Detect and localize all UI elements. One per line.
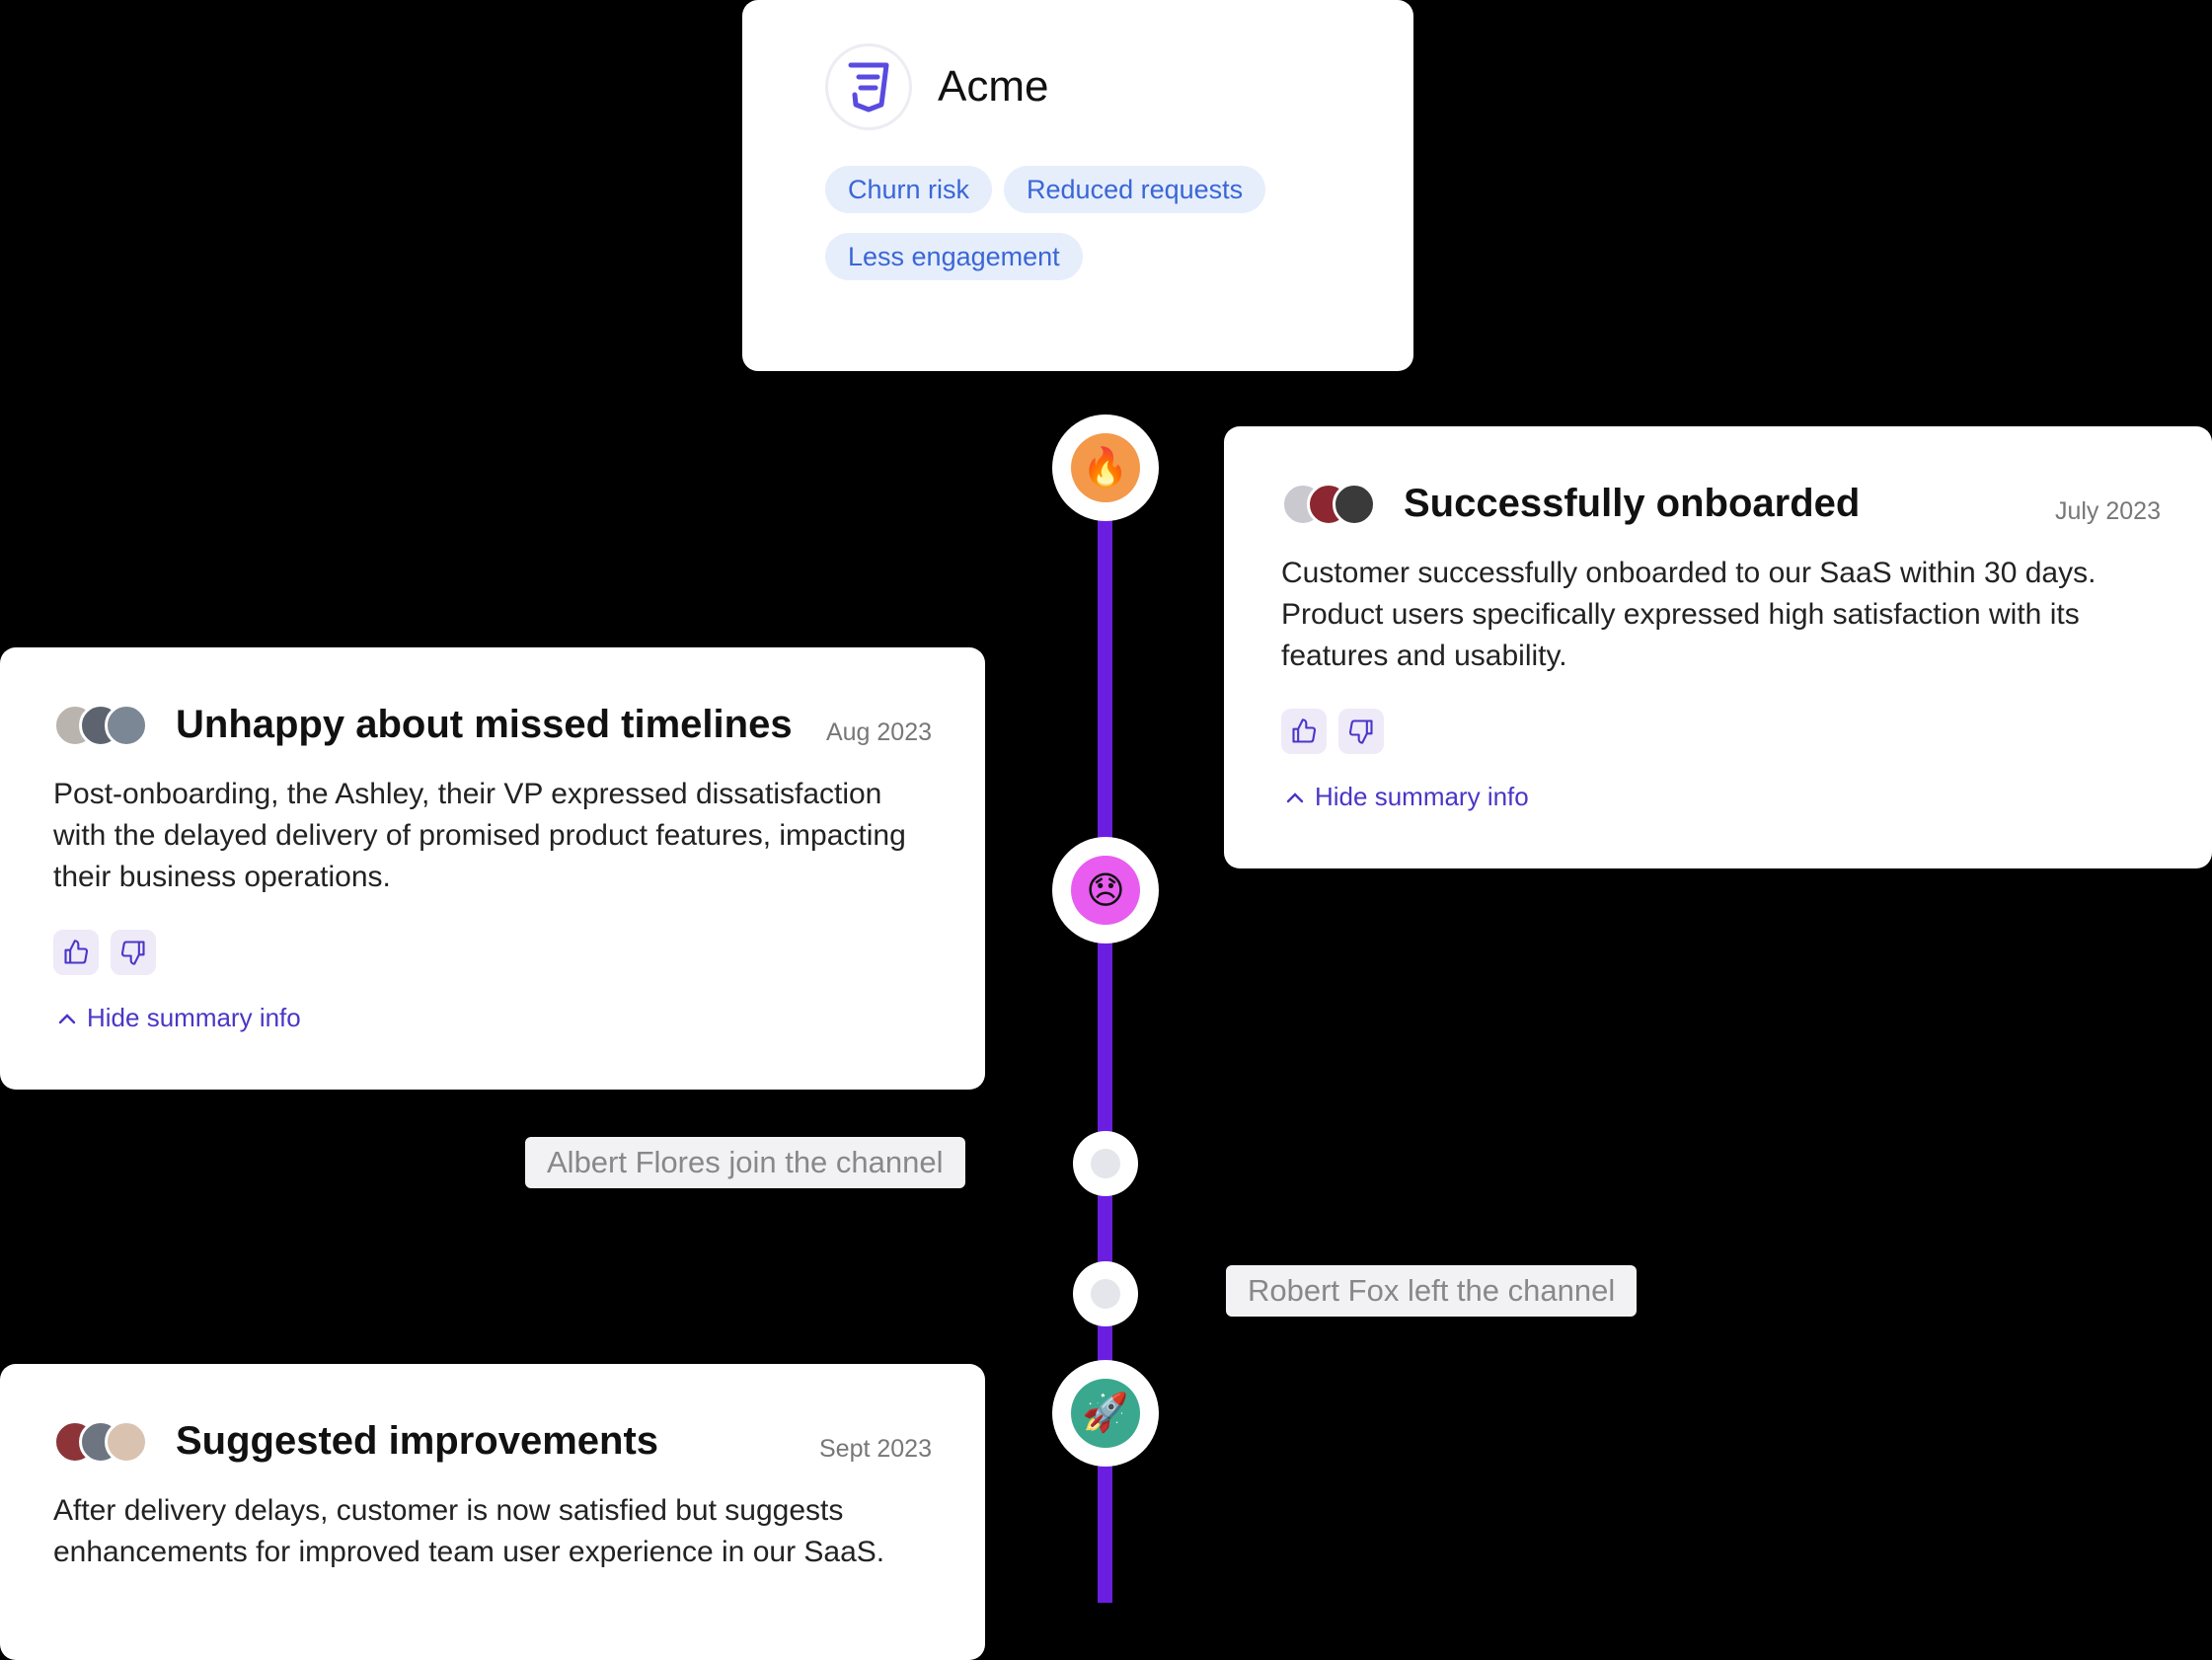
company-header: Acme [825,43,1331,130]
timeline-node-left [1073,1261,1138,1326]
event-date: July 2023 [2054,497,2161,525]
channel-left-note: Robert Fox left the channel [1226,1265,1638,1317]
hide-summary-link[interactable]: Hide summary info [57,1003,301,1033]
timeline-node-joined [1073,1131,1138,1196]
tag-reduced-requests[interactable]: Reduced requests [1004,166,1266,213]
rocket-icon: 🚀 [1071,1379,1140,1448]
timeline-node-unhappy: 😞 [1052,837,1159,943]
thumbs-up-icon[interactable] [1281,709,1327,754]
sad-face-icon: 😞 [1071,856,1140,925]
event-date: Sept 2023 [819,1435,932,1463]
avatar-group [1281,482,1376,526]
dot-icon [1091,1279,1120,1309]
timeline-node-onboarded: 🔥 [1052,415,1159,521]
event-title: Unhappy about missed timelines [176,703,793,746]
event-card-improvements: Suggested improvements Sept 2023 After d… [0,1364,985,1660]
thumbs-down-icon[interactable] [111,930,156,975]
event-card-unhappy: Unhappy about missed timelines Aug 2023 … [0,647,985,1090]
chevron-up-icon [1286,792,1304,802]
thumbs-up-icon[interactable] [53,930,99,975]
thumbs-down-icon[interactable] [1338,709,1384,754]
company-tags: Churn risk Reduced requests Less engagem… [825,166,1338,280]
dot-icon [1091,1149,1120,1178]
company-card: Acme Churn risk Reduced requests Less en… [742,0,1413,371]
avatar [105,1419,148,1464]
tag-churn-risk[interactable]: Churn risk [825,166,993,213]
fire-icon: 🔥 [1071,433,1140,502]
event-description: Customer successfully onboarded to our S… [1281,557,2097,672]
feedback-buttons [1281,709,1384,754]
event-date: Aug 2023 [825,718,932,746]
avatar-group [53,1419,148,1464]
feedback-buttons [53,930,156,975]
hide-summary-label: Hide summary info [1315,782,1529,811]
event-title: Suggested improvements [176,1419,659,1463]
css3-icon [825,43,912,130]
avatar-group [53,703,148,747]
avatar [1333,482,1376,526]
event-card-onboarded: Successfully onboarded July 2023 Custome… [1224,426,2212,868]
chevron-up-icon [58,1013,76,1023]
channel-join-note: Albert Flores join the channel [525,1137,965,1188]
event-description: Post-onboarding, the Ashley, their VP ex… [53,778,906,893]
timeline-node-improvements: 🚀 [1052,1360,1159,1467]
avatar [105,703,148,747]
event-description: After delivery delays, customer is now s… [53,1494,885,1568]
hide-summary-link[interactable]: Hide summary info [1285,782,1529,812]
tag-less-engagement[interactable]: Less engagement [825,233,1083,280]
hide-summary-label: Hide summary info [87,1003,301,1032]
company-name: Acme [938,62,1049,111]
event-title: Successfully onboarded [1404,482,1861,525]
